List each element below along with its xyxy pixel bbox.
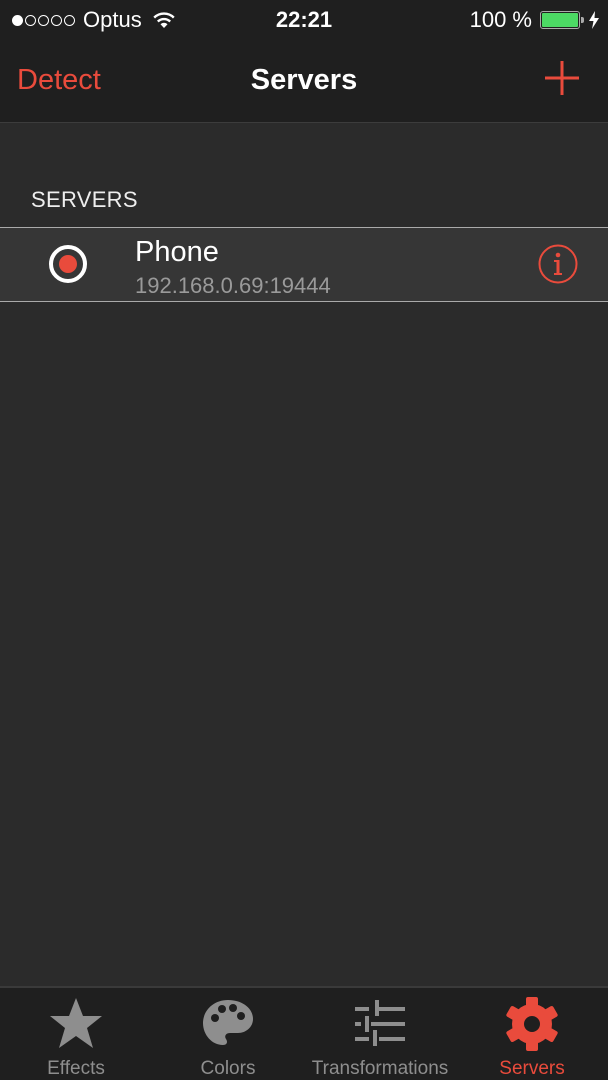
plus-icon[interactable] [544,60,580,96]
page-title: Servers [250,64,358,96]
tab-colors[interactable]: Colors [152,988,304,1080]
battery-fill [542,13,578,27]
tab-transformations[interactable]: Transformations [304,988,456,1080]
charging-bolt-icon [589,11,599,29]
radio-selected-icon[interactable] [49,245,87,283]
tab-effects[interactable]: Effects [0,988,152,1080]
tab-label: Colors [200,1058,256,1079]
sliders-icon [355,1000,405,1046]
tab-label: Effects [47,1058,105,1079]
tab-bar: Effects Colors Transformations Servers [0,986,608,1080]
battery-icon [540,11,584,29]
tab-servers[interactable]: Servers [456,988,608,1080]
server-address: 192.168.0.69:19444 [135,273,331,298]
battery-percentage: 100 % [469,7,532,32]
status-bar: Optus 22:21 100 % [0,0,608,40]
tab-label: Servers [499,1058,565,1079]
star-icon [50,998,102,1048]
server-row[interactable]: Phone 192.168.0.69:19444 [0,227,608,302]
navigation-bar: Detect Servers [0,40,608,123]
server-name: Phone [135,236,219,268]
section-header: SERVERS [31,187,138,212]
palette-icon [203,1000,253,1045]
gear-icon [506,997,558,1051]
tab-label: Transformations [311,1058,449,1079]
info-icon[interactable] [538,244,578,284]
status-right: 100 % [470,6,600,34]
